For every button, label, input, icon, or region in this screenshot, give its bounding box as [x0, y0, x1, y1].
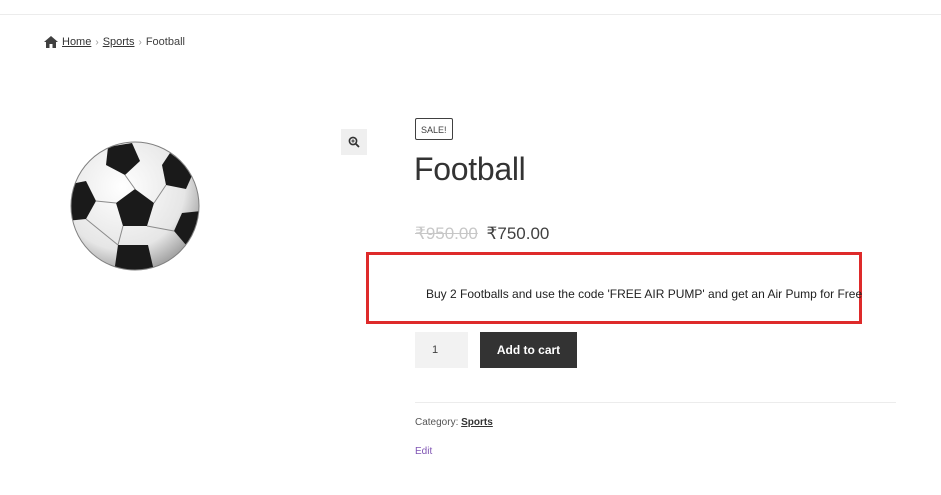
product-title: Football: [414, 151, 526, 187]
zoom-icon: [348, 136, 360, 148]
sale-price: ₹750.00: [486, 224, 550, 243]
quantity-input[interactable]: [415, 332, 468, 368]
breadcrumb-sports-link[interactable]: Sports: [103, 36, 135, 48]
category-label: Category:: [415, 417, 459, 428]
product-image-football[interactable]: [70, 141, 200, 271]
home-icon: [44, 36, 58, 48]
breadcrumb: Home › Sports › Football: [44, 36, 185, 48]
breadcrumb-separator: ›: [95, 36, 99, 48]
breadcrumb-separator: ›: [138, 36, 142, 48]
price: ₹950.00 ₹750.00: [415, 224, 549, 244]
regular-price: ₹950.00: [415, 224, 478, 243]
breadcrumb-current: Football: [145, 36, 185, 48]
zoom-button[interactable]: [341, 129, 367, 155]
promo-text: Buy 2 Footballs and use the code 'FREE A…: [426, 287, 863, 301]
product-meta: Category: Sports: [415, 417, 493, 428]
category-link-sports[interactable]: Sports: [461, 417, 493, 428]
meta-divider: [415, 402, 896, 403]
sale-badge: SALE!: [415, 118, 453, 140]
header-divider: [0, 14, 941, 15]
add-to-cart-button[interactable]: Add to cart: [480, 332, 577, 368]
breadcrumb-home-link[interactable]: Home: [62, 36, 91, 48]
edit-link[interactable]: Edit: [415, 446, 432, 457]
promo-highlight-box: Buy 2 Footballs and use the code 'FREE A…: [366, 252, 862, 324]
